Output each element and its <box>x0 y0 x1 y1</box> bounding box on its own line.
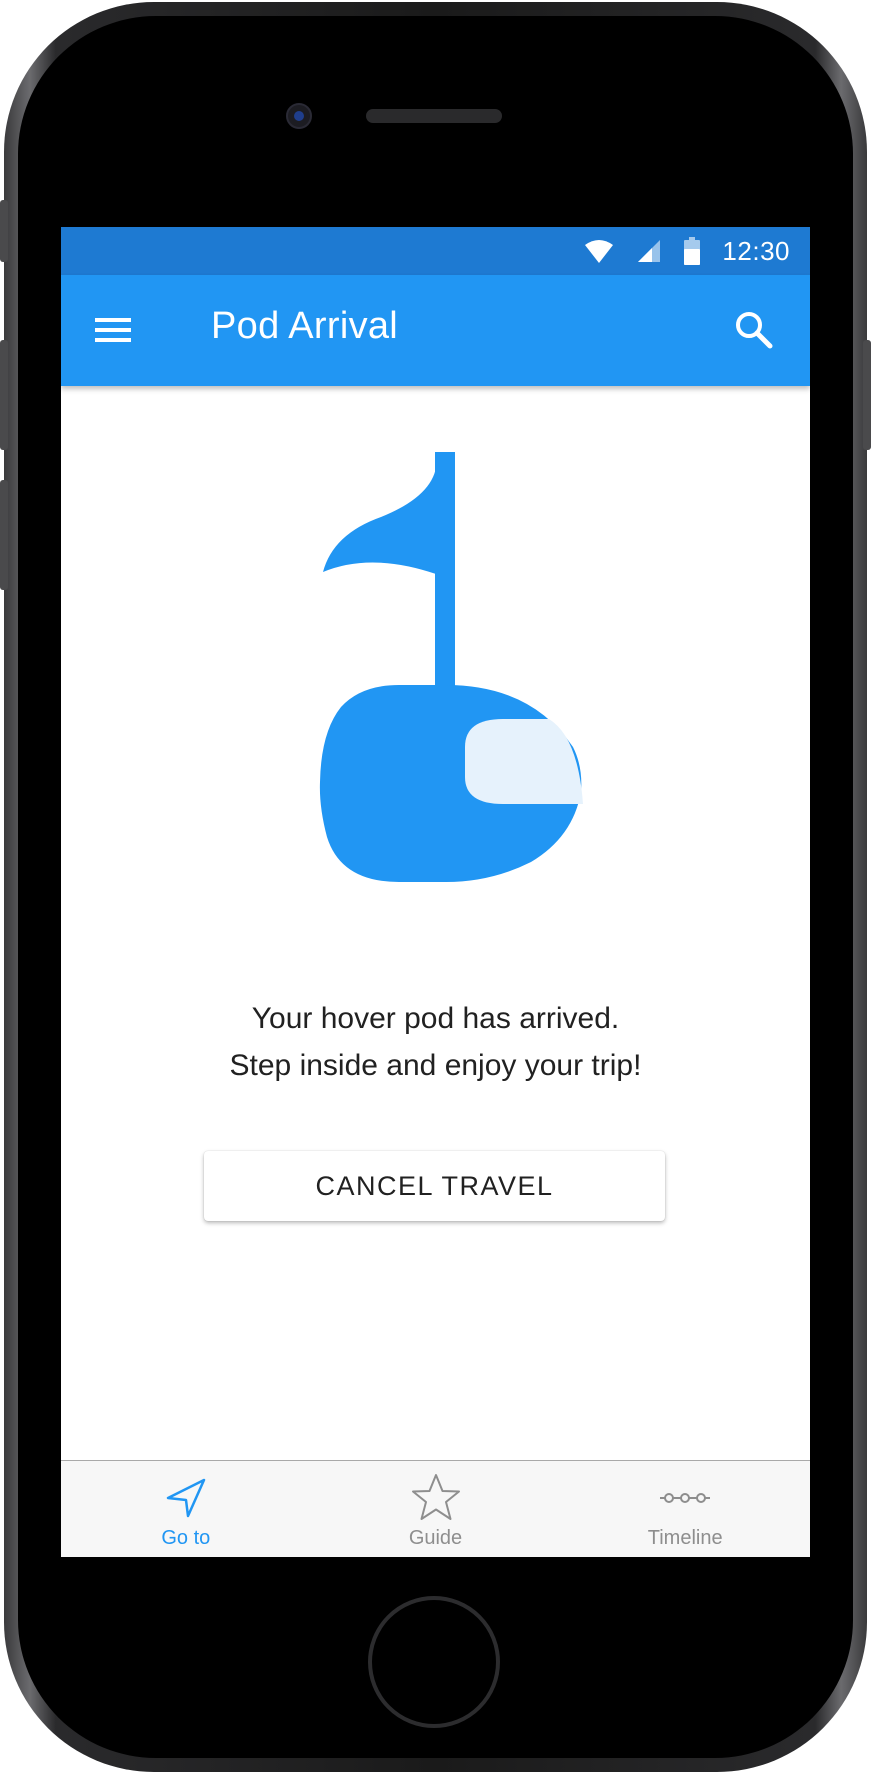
status-bar: 12:30 <box>61 227 810 275</box>
menu-icon[interactable] <box>91 308 135 352</box>
home-button[interactable] <box>368 1596 500 1728</box>
status-time: 12:30 <box>722 235 790 266</box>
battery-icon <box>684 237 701 265</box>
nav-label-go-to: Go to <box>161 1527 211 1549</box>
app-bar: Pod Arrival <box>61 275 810 386</box>
hover-pod-flag-icon <box>281 452 661 952</box>
nav-label-timeline: Timeline <box>647 1527 723 1549</box>
app-screen: 12:30 Pod Arrival Your hover pod has arr… <box>61 227 810 1557</box>
nav-label-guide: Guide <box>408 1527 463 1549</box>
silent-switch <box>0 200 8 262</box>
timeline-icon <box>658 1471 712 1525</box>
navigation-arrow-icon <box>159 1471 213 1525</box>
earpiece-speaker <box>366 109 502 123</box>
bottom-navigation: Go to Guide Timeline <box>61 1460 810 1557</box>
cancel-travel-button[interactable]: CANCEL TRAVEL <box>204 1151 665 1221</box>
power-button <box>863 340 871 450</box>
page-title: Pod Arrival <box>211 305 399 347</box>
nav-item-guide[interactable]: Guide <box>311 1461 561 1557</box>
cellular-signal-icon <box>636 238 662 264</box>
search-icon[interactable] <box>732 308 776 352</box>
volume-down-button <box>0 480 8 590</box>
nav-item-go-to[interactable]: Go to <box>61 1461 311 1557</box>
front-camera <box>286 103 312 129</box>
arrival-message-line-1: Your hover pod has arrived. <box>251 1002 620 1035</box>
wifi-icon <box>584 238 614 264</box>
arrival-message: Your hover pod has arrived. Step inside … <box>61 995 810 1089</box>
nav-item-timeline[interactable]: Timeline <box>560 1461 810 1557</box>
volume-up-button <box>0 340 8 450</box>
arrival-message-line-2: Step inside and enjoy your trip! <box>229 1049 642 1082</box>
star-icon <box>409 1471 463 1525</box>
